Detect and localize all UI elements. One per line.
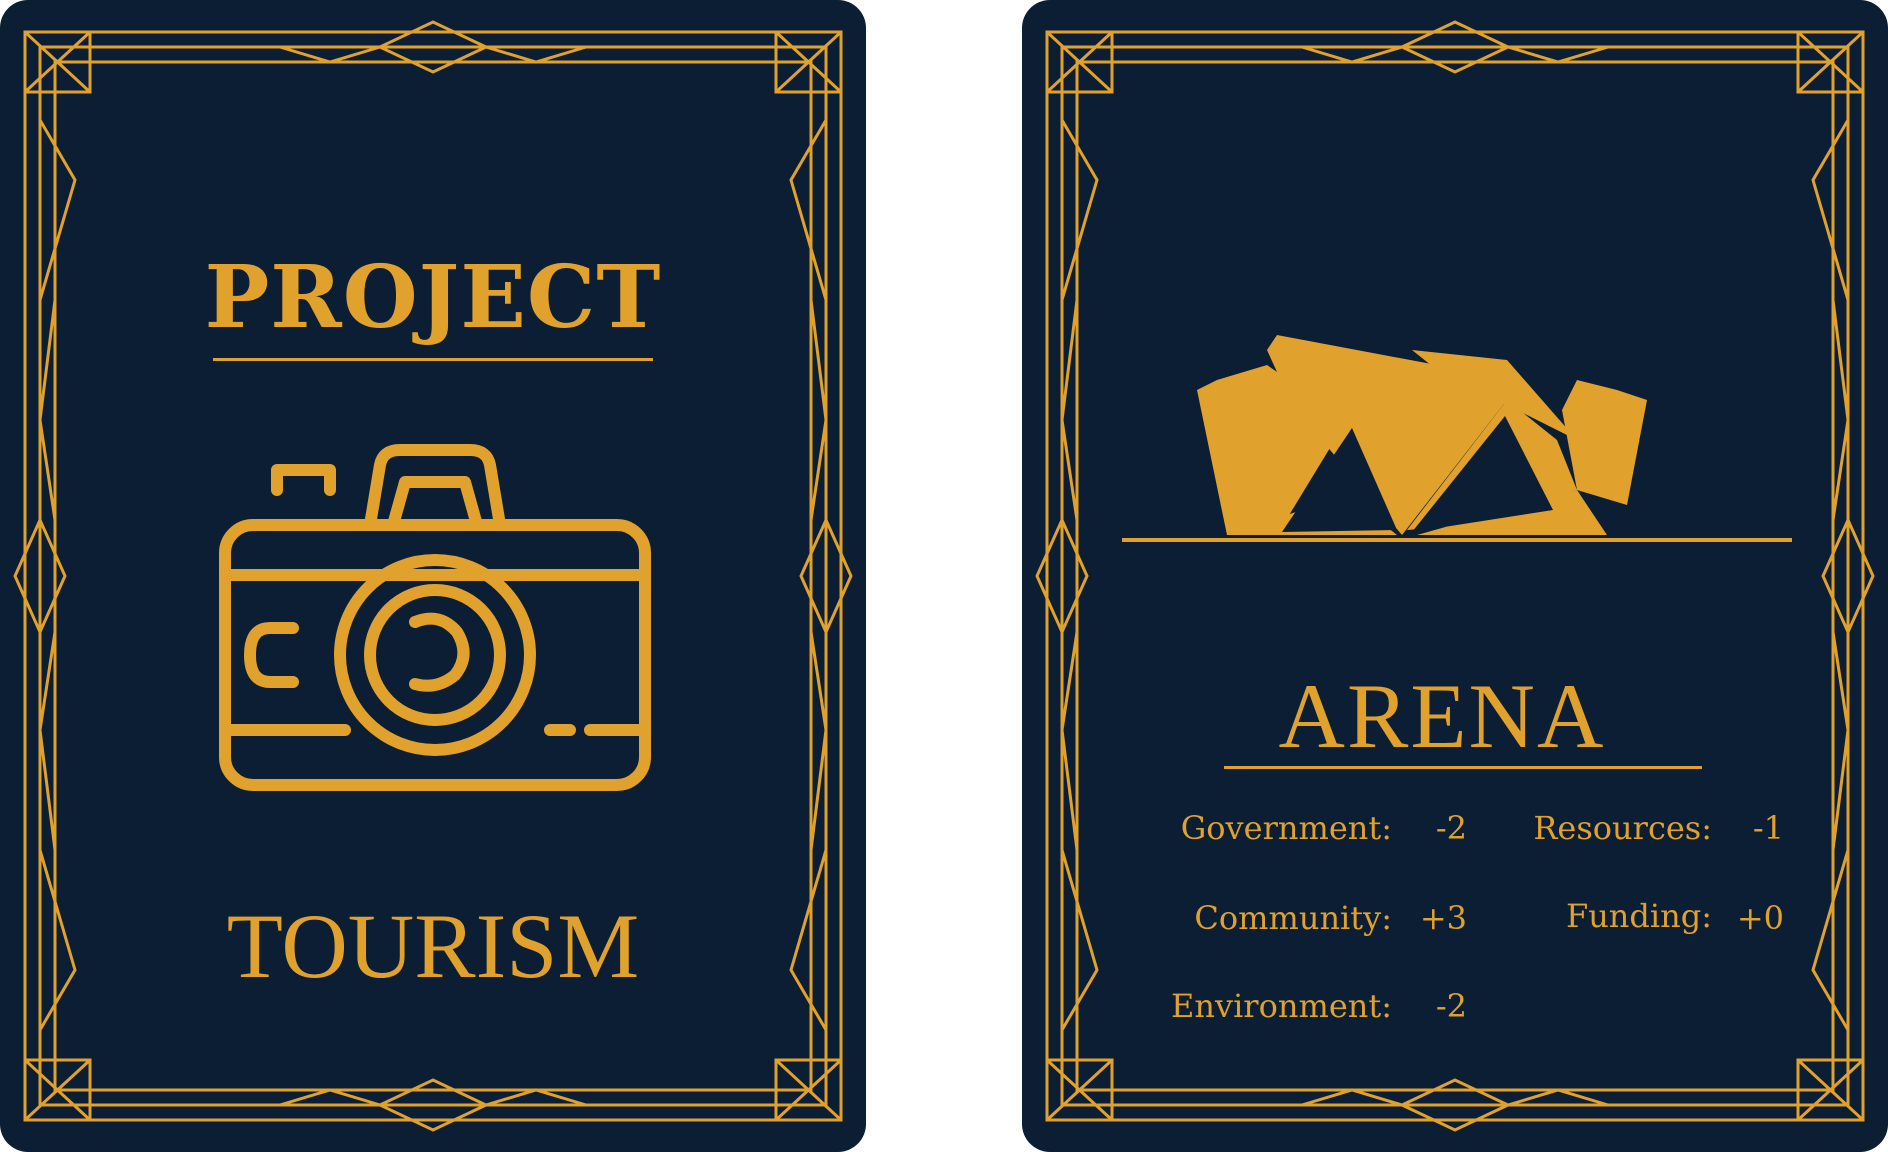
- title-underline: [213, 358, 653, 361]
- stat-label-resources: Resources:: [1533, 809, 1712, 847]
- project-card-back[interactable]: PROJECT TOURISM: [0, 0, 866, 1152]
- arena-stadium-icon: [1122, 335, 1792, 542]
- title-underline: [1224, 766, 1702, 769]
- art-deco-border: [1035, 20, 1875, 1132]
- card-title: PROJECT: [204, 247, 662, 348]
- camera-icon: [219, 444, 651, 791]
- card-subtitle: TOURISM: [226, 895, 640, 997]
- stat-value-government: -2: [1435, 809, 1467, 847]
- stat-value-funding: +0: [1736, 899, 1784, 937]
- stat-label-funding: Funding:: [1565, 897, 1712, 935]
- stat-value-environment: -2: [1435, 987, 1467, 1025]
- stat-label-community: Community:: [1194, 899, 1392, 937]
- card-title: ARENA: [1278, 665, 1606, 767]
- stat-label-government: Government:: [1180, 809, 1392, 847]
- stat-value-resources: -1: [1752, 809, 1784, 847]
- stat-value-community: +3: [1419, 899, 1467, 937]
- stat-label-environment: Environment:: [1171, 987, 1392, 1025]
- project-card-front[interactable]: ARENA Government: -2 Resources: -1 Commu…: [1022, 0, 1888, 1152]
